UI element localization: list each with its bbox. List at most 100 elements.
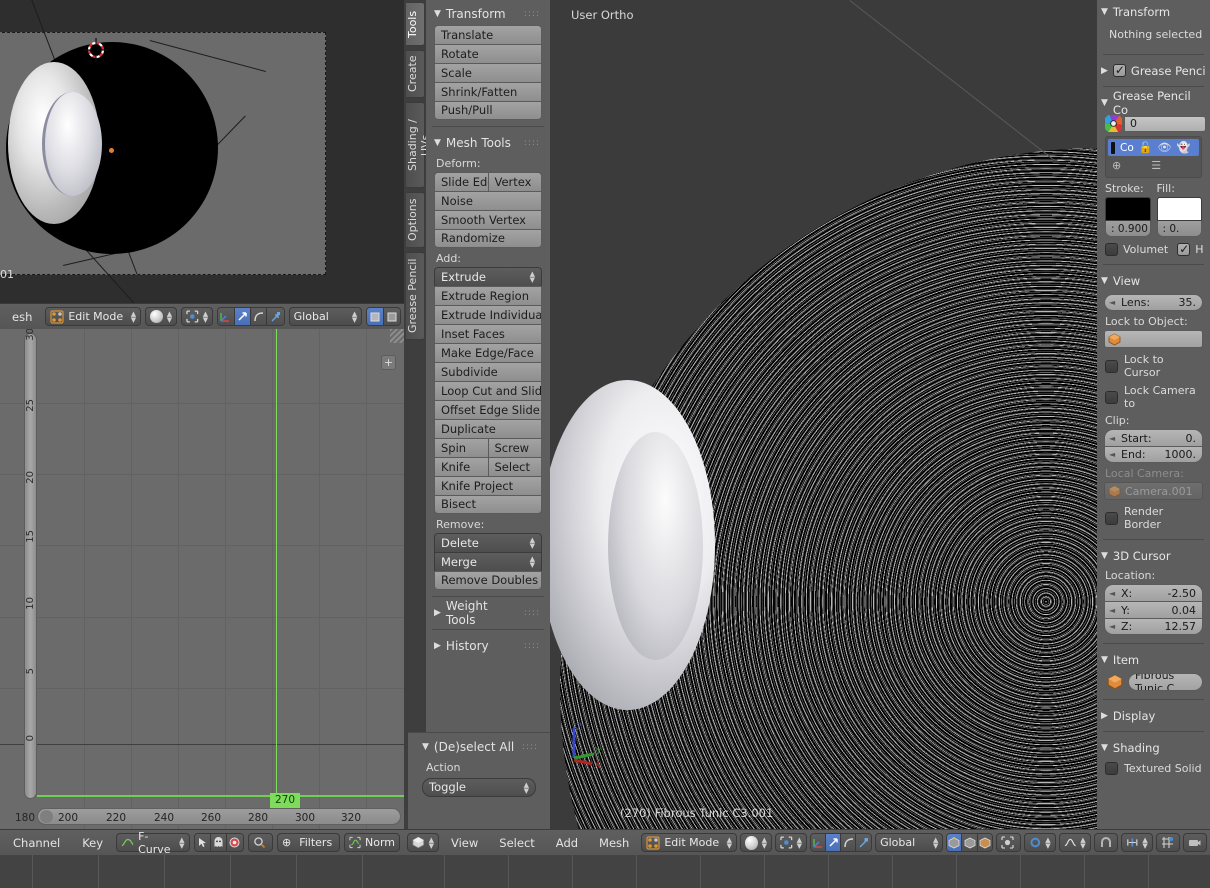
stroke-alpha-field[interactable]: : 0.900 [1105, 221, 1151, 237]
left-mode-spinner[interactable]: ▲▼ [131, 311, 136, 323]
n-grease-pencil-header[interactable]: ▶ Grease Penci [1101, 61, 1206, 80]
left-pivot-spinner[interactable]: ▲▼ [203, 311, 208, 323]
gp-layer-actions[interactable]: ⊕ ☰ [1108, 156, 1199, 175]
left-mesh-menu[interactable]: esh [3, 310, 41, 324]
clip-end-field[interactable]: ◄ End: 1000. [1104, 446, 1203, 463]
n-item-header[interactable]: ▼ Item [1101, 650, 1206, 669]
slide-edge-button[interactable]: Slide Edg [434, 172, 488, 191]
clip-start-field[interactable]: ◄ Start: 0. [1104, 429, 1203, 446]
editor-type-spinner[interactable]: ▲▼ [429, 837, 434, 849]
deform-button-group[interactable]: Slide Edg Vertex Noise Smooth Vertex Ran… [434, 172, 542, 248]
decrement-arrow-icon[interactable]: ◄ [1109, 298, 1115, 307]
graph-key-menu[interactable]: Key [73, 836, 112, 850]
scale-button[interactable]: Scale [434, 63, 542, 82]
knife-project-button[interactable]: Knife Project [434, 476, 542, 495]
toolshelf-tab-shading-uvs[interactable]: Shading / UVs [406, 102, 425, 188]
left-orientation-selector[interactable]: Global ▲▼ [289, 307, 363, 326]
merge-dropdown-spinner[interactable]: ▲▼ [530, 556, 535, 568]
n-view-header[interactable]: ▼ View [1101, 271, 1206, 290]
textured-solid-checkbox[interactable] [1105, 762, 1118, 775]
delete-dropdown-spinner[interactable]: ▲▼ [530, 537, 535, 549]
lock-to-object-field[interactable] [1104, 330, 1203, 348]
graph-tool-group[interactable] [194, 833, 244, 852]
proportional-edit-spinner[interactable]: ▲▼ [1045, 837, 1050, 849]
panel-grip-icon[interactable]: :::: [524, 138, 540, 148]
grease-pencil-checkbox[interactable] [1113, 64, 1126, 77]
ghost-icon[interactable]: 👻 [1176, 141, 1190, 154]
vertex-select-mode-icon[interactable] [947, 834, 962, 851]
lens-field[interactable]: ◄ Lens: 35. [1104, 294, 1203, 311]
fill-color-swatch[interactable] [1157, 197, 1203, 221]
extrude-region-button[interactable]: Extrude Region [434, 286, 542, 305]
remove-button-group[interactable]: Delete ▲▼ Merge ▲▼ Remove Doubles [434, 533, 542, 590]
noise-button[interactable]: Noise [434, 191, 542, 210]
manipulator-group[interactable] [810, 833, 872, 852]
gp-layer-list[interactable]: Co 🔓 👁 👻 ⊕ ☰ [1105, 136, 1202, 178]
lifebuoy-icon[interactable] [227, 834, 243, 851]
left-select-mode-group[interactable] [366, 307, 401, 326]
graph-add-panel-button[interactable]: + [381, 355, 396, 370]
pivot-point-selector[interactable]: ▲▼ [775, 833, 807, 852]
cursor-y-field[interactable]: ◄ Y: 0.04 [1104, 601, 1203, 618]
edge-select-mode-icon[interactable] [962, 834, 977, 851]
make-edge-face-button[interactable]: Make Edge/Face [434, 343, 542, 362]
cursor-x-field[interactable]: ◄ X: -2.50 [1104, 584, 1203, 601]
editor-type-selector[interactable]: ▲▼ [407, 833, 439, 852]
panel-grip-icon[interactable]: :::: [524, 641, 540, 651]
edge-select-icon[interactable] [384, 308, 400, 325]
snap-toggle-button[interactable] [1094, 833, 1118, 852]
volumetric-checkbox[interactable] [1105, 243, 1118, 256]
rotate-manipulator-icon[interactable] [841, 834, 856, 851]
toolshelf-tab-options[interactable]: Options [406, 192, 425, 248]
extrude-individual-button[interactable]: Extrude Individual [434, 305, 542, 324]
palette-index-field[interactable]: 0 [1124, 116, 1206, 132]
loop-cut-and-slide-button[interactable]: Loop Cut and Slide [434, 381, 542, 400]
rotate-button[interactable]: Rotate [434, 44, 542, 63]
duplicate-button[interactable]: Duplicate [434, 419, 542, 438]
merge-dropdown[interactable]: Merge ▲▼ [434, 552, 542, 571]
lock-to-cursor-checkbox[interactable] [1105, 360, 1118, 373]
toolshelf-tab-create[interactable]: Create [406, 50, 425, 98]
n-shading-header[interactable]: ▼ Shading [1101, 738, 1206, 757]
stroke-color-swatch[interactable] [1105, 197, 1151, 221]
gp-layer-row[interactable]: Co 🔓 👁 👻 [1108, 139, 1199, 156]
translate-button[interactable]: Translate [434, 25, 542, 44]
stroke-color-block[interactable]: Stroke: : 0.900 [1105, 182, 1151, 237]
graph-channel-menu[interactable]: Channel [4, 836, 69, 850]
panel-grip-icon[interactable]: :::: [522, 742, 538, 752]
operator-panel[interactable]: ▼ (De)select All :::: Action Toggle ▲▼ [408, 732, 550, 829]
properties-side-panel[interactable]: ▼ Transform Nothing selected ▶ Grease Pe… [1097, 0, 1210, 829]
graph-editor-type-spinner[interactable]: ▲▼ [179, 837, 184, 849]
orientation-spinner[interactable]: ▲▼ [933, 837, 938, 849]
snap-element-selector[interactable]: ▲▼ [1121, 833, 1153, 852]
viewport-shading-selector[interactable]: ▲▼ [740, 833, 772, 852]
action-dropdown-spinner[interactable]: ▲▼ [524, 782, 529, 794]
left-shading-selector[interactable]: ▲▼ [145, 307, 177, 326]
add-menu[interactable]: Add [547, 836, 587, 850]
graph-playhead[interactable] [276, 329, 277, 799]
translate-manipulator-icon[interactable] [826, 834, 841, 851]
action-dropdown[interactable]: Toggle ▲▼ [422, 778, 536, 797]
select-menu[interactable]: Select [490, 836, 543, 850]
eye-icon[interactable]: 👁 [1157, 141, 1171, 154]
mesh-tools-panel-header[interactable]: ▼ Mesh Tools :::: [430, 133, 546, 153]
graph-filters-button[interactable]: ⊕ Filters [277, 833, 340, 852]
hq-fill-checkbox[interactable] [1177, 243, 1190, 256]
n-cursor-header[interactable]: ▼ 3D Cursor [1101, 546, 1206, 565]
left-orientation-spinner[interactable]: ▲▼ [352, 311, 357, 323]
lock-camera-checkbox[interactable] [1105, 391, 1118, 404]
graph-zoom-button[interactable] [248, 833, 273, 852]
palette-selector-row[interactable]: 0 [1105, 115, 1206, 132]
remove-doubles-button[interactable]: Remove Doubles [434, 571, 542, 590]
shrink-fatten-button[interactable]: Shrink/Fatten [434, 82, 542, 101]
decrement-arrow-icon[interactable]: ◄ [1109, 622, 1115, 631]
translate-manipulator-icon[interactable] [235, 308, 251, 325]
vertex-select-icon[interactable] [367, 308, 383, 325]
item-name-field[interactable]: Fibrous Tunic C [1128, 673, 1203, 691]
pivot-point-spinner[interactable]: ▲▼ [797, 837, 802, 849]
randomize-button[interactable]: Randomize [434, 229, 542, 248]
graph-editor[interactable]: + 270 3025201510501802002202402602803003… [0, 329, 404, 829]
mesh-select-mode-group[interactable] [946, 833, 993, 852]
n-gp-colors-header[interactable]: ▼ Grease Pencil Co [1101, 93, 1206, 112]
panel-grip-icon[interactable]: :::: [524, 608, 540, 618]
